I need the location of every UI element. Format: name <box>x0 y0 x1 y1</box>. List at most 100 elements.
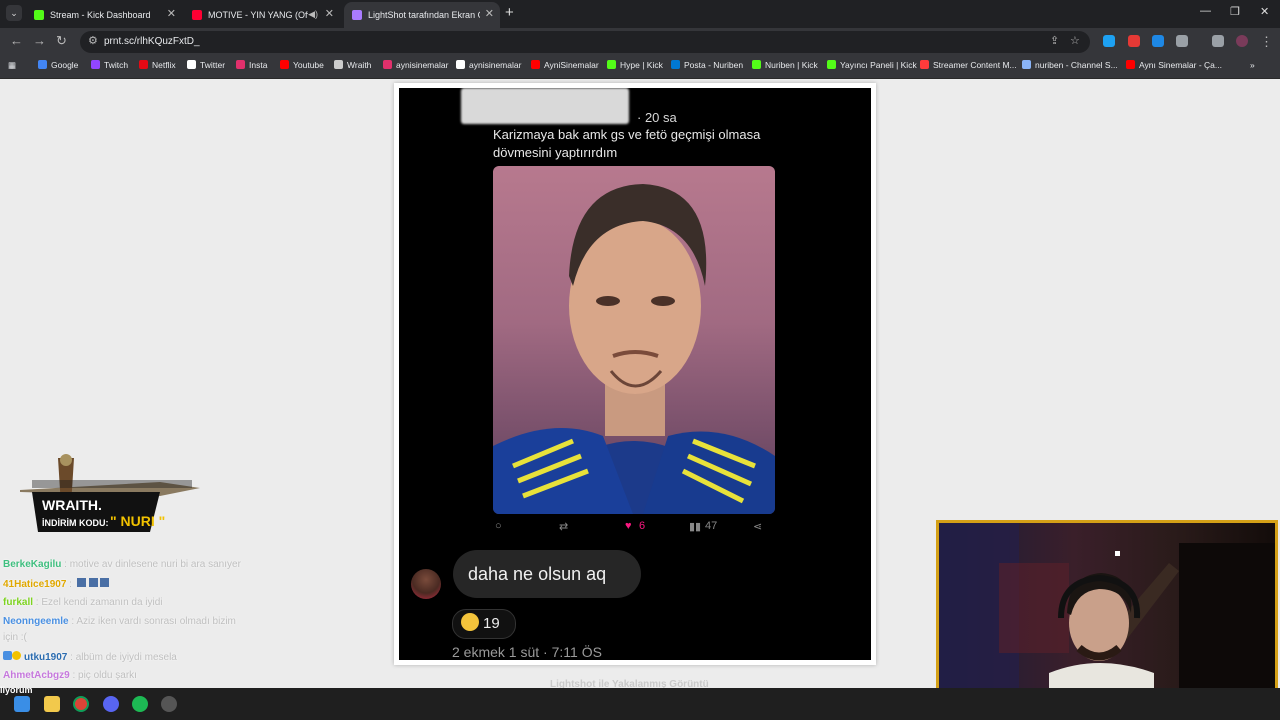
bookmark-label: Youtube <box>293 60 324 70</box>
views-icon[interactable]: ▮▮ <box>689 520 701 533</box>
x-icon <box>187 60 196 69</box>
close-icon[interactable]: ✕ <box>167 3 176 25</box>
avatar <box>411 569 441 599</box>
more-bookmarks-icon[interactable]: » <box>1250 60 1255 70</box>
wraith-icon <box>334 60 343 69</box>
chat-text: : <box>69 579 72 590</box>
bookmark-wraith[interactable]: Wraith <box>334 60 371 70</box>
tab-search-icon[interactable]: ⌄ <box>6 5 22 21</box>
discord-icon[interactable] <box>103 696 119 712</box>
bookmark-label: Twitch <box>104 60 129 70</box>
tab-title: Stream - Kick Dashboard <box>50 9 151 20</box>
retweet-icon[interactable]: ⇄ <box>559 520 568 533</box>
tab-kick-dashboard[interactable]: Stream - Kick Dashboard ✕ <box>26 3 182 25</box>
bookmark-aynisinemalar-x[interactable]: aynisinemalar <box>456 60 521 70</box>
bookmark-yayinci-paneli[interactable]: Yayıncı Paneli | Kick <box>827 60 917 70</box>
emote-icon <box>76 578 86 587</box>
chat-text: : albüm de iyiydi mesela <box>70 652 177 663</box>
reply-message-bubble: daha ne olsun aq <box>453 550 641 598</box>
streamer-icon <box>920 60 929 69</box>
bookmark-label: Streamer Content M... <box>933 60 1017 70</box>
chat-message: furkall : Ezel kendi zamanın da iyidi <box>3 597 163 608</box>
tweet-text: Karizmaya bak amk gs ve fetö geçmişi olm… <box>493 127 761 160</box>
kick-icon <box>607 60 616 69</box>
reply-meta: 2 ekmek 1 süt · 7:11 ÖS <box>452 644 602 660</box>
window-close-icon[interactable]: ✕ <box>1260 5 1269 18</box>
bookmark-aynisinemalar-yt[interactable]: AyniSinemalar <box>531 60 599 70</box>
like-icon[interactable]: ♥ <box>625 520 632 532</box>
spotify-icon[interactable] <box>132 696 148 712</box>
chat-message: utku1907 : albüm de iyiydi mesela <box>3 651 177 663</box>
bookmark-youtube[interactable]: Youtube <box>280 60 324 70</box>
maximize-icon[interactable]: ❐ <box>1230 5 1240 18</box>
chat-username: furkall <box>3 597 34 608</box>
close-icon[interactable]: ✕ <box>325 3 334 25</box>
tab-lightshot[interactable]: LightShot tarafından Ekran Gör ✕ <box>344 2 500 28</box>
tweet-actions: ○ ⇄ ♥ 6 ▮▮ 47 ⋖ <box>493 520 775 536</box>
bookmark-insta[interactable]: Insta <box>236 60 267 70</box>
bookmark-label: nuriben - Channel S... <box>1035 60 1118 70</box>
reaction-count: 19 <box>483 615 500 632</box>
bookmark-netflix[interactable]: Netflix <box>139 60 176 70</box>
redacted-username <box>461 88 629 124</box>
shield-icon[interactable] <box>1152 35 1164 47</box>
bookmark-google[interactable]: Google <box>38 60 78 70</box>
new-tab-icon[interactable]: + <box>505 4 514 21</box>
bookmark-aynisinemalar-insta[interactable]: aynisinemalar <box>383 60 448 70</box>
tab-title: MOTIVE - YIN YANG (Officia <box>208 9 308 20</box>
bookmark-twitter[interactable]: Twitter <box>187 60 225 70</box>
chat-text: : motive av dinlesene nuri bi ara sanıye… <box>64 559 241 570</box>
bookmarks-bar: ▦ Google Twitch Netflix Twitter Insta Yo… <box>0 56 1280 79</box>
puzzle-icon[interactable] <box>1176 35 1188 47</box>
toolbar: ← → ↻ ⚙ prnt.sc/rlhKQuzFxtD_ ⇪ ☆ ⋮ <box>0 28 1280 56</box>
apps-icon[interactable]: ▦ <box>8 60 16 71</box>
chat-username: 41Hatice1907 <box>3 579 67 590</box>
reply-icon[interactable]: ○ <box>495 520 502 532</box>
extension-icon[interactable] <box>1103 35 1115 47</box>
chrome-icon[interactable] <box>73 696 89 712</box>
address-bar[interactable]: ⚙ prnt.sc/rlhKQuzFxtD_ ⇪ ☆ <box>80 31 1090 53</box>
bookmark-posta[interactable]: Posta - Nuriben <box>671 60 743 70</box>
forward-icon[interactable]: → <box>33 33 46 48</box>
media-icon[interactable] <box>1212 35 1224 47</box>
menu-icon[interactable]: ⋮ <box>1260 34 1273 50</box>
share-icon[interactable]: ⋖ <box>753 520 762 533</box>
star-icon[interactable]: ☆ <box>1070 34 1080 47</box>
tab-strip: ⌄ Stream - Kick Dashboard ✕ MOTIVE - YIN… <box>0 0 1280 28</box>
url-text[interactable]: prnt.sc/rlhKQuzFxtD_ <box>104 36 200 47</box>
back-icon[interactable]: ← <box>10 33 23 48</box>
extension-icon[interactable] <box>1128 35 1140 47</box>
speaker-icon[interactable]: ◀) <box>308 3 318 25</box>
chat-message: BerkeKagilu : motive av dinlesene nuri b… <box>3 559 241 570</box>
bookmark-ayni-sinemalar[interactable]: Aynı Sinemalar - Ça... <box>1126 60 1222 70</box>
site-info-icon[interactable]: ⚙ <box>88 34 98 47</box>
bookmark-label: Yayıncı Paneli | Kick <box>840 60 917 70</box>
bookmark-label: Posta - Nuriben <box>684 60 744 70</box>
file-explorer-icon[interactable] <box>44 696 60 712</box>
reload-icon[interactable]: ↻ <box>56 33 67 49</box>
bookmark-twitch[interactable]: Twitch <box>91 60 128 70</box>
close-icon[interactable]: ✕ <box>485 2 494 26</box>
lightshot-icon <box>352 9 362 20</box>
chat-text: : Aziz iken vardı sonrası olmadı bizim <box>71 616 236 627</box>
lightshot-image-frame: · 20 sa Karizmaya bak amk gs ve fetö geç… <box>394 83 876 665</box>
promo-label: İNDİRİM KODU: <box>42 518 109 528</box>
app-icon[interactable] <box>161 696 177 712</box>
windows-start-icon[interactable] <box>14 696 30 712</box>
chat-username: BerkeKagilu <box>3 559 62 570</box>
kick-icon <box>752 60 761 69</box>
bookmark-nuriben-channel[interactable]: nuriben - Channel S... <box>1022 60 1118 70</box>
install-icon[interactable]: ⇪ <box>1050 34 1059 47</box>
minimize-icon[interactable]: — <box>1200 5 1211 17</box>
instagram-icon <box>236 60 245 69</box>
tab-youtube[interactable]: MOTIVE - YIN YANG (Officia ◀) ✕ <box>184 3 340 25</box>
bookmark-streamer-content[interactable]: Streamer Content M... <box>920 60 1017 70</box>
view-count: 47 <box>705 520 718 532</box>
bookmark-hype-kick[interactable]: Hype | Kick <box>607 60 663 70</box>
bookmark-nuriben-kick[interactable]: Nuriben | Kick <box>752 60 818 70</box>
bookmark-label: Google <box>51 60 79 70</box>
avatar[interactable] <box>1236 35 1248 47</box>
twitch-icon <box>91 60 100 69</box>
emote-icon <box>100 578 110 587</box>
tweet-time: · 20 sa <box>637 110 677 125</box>
